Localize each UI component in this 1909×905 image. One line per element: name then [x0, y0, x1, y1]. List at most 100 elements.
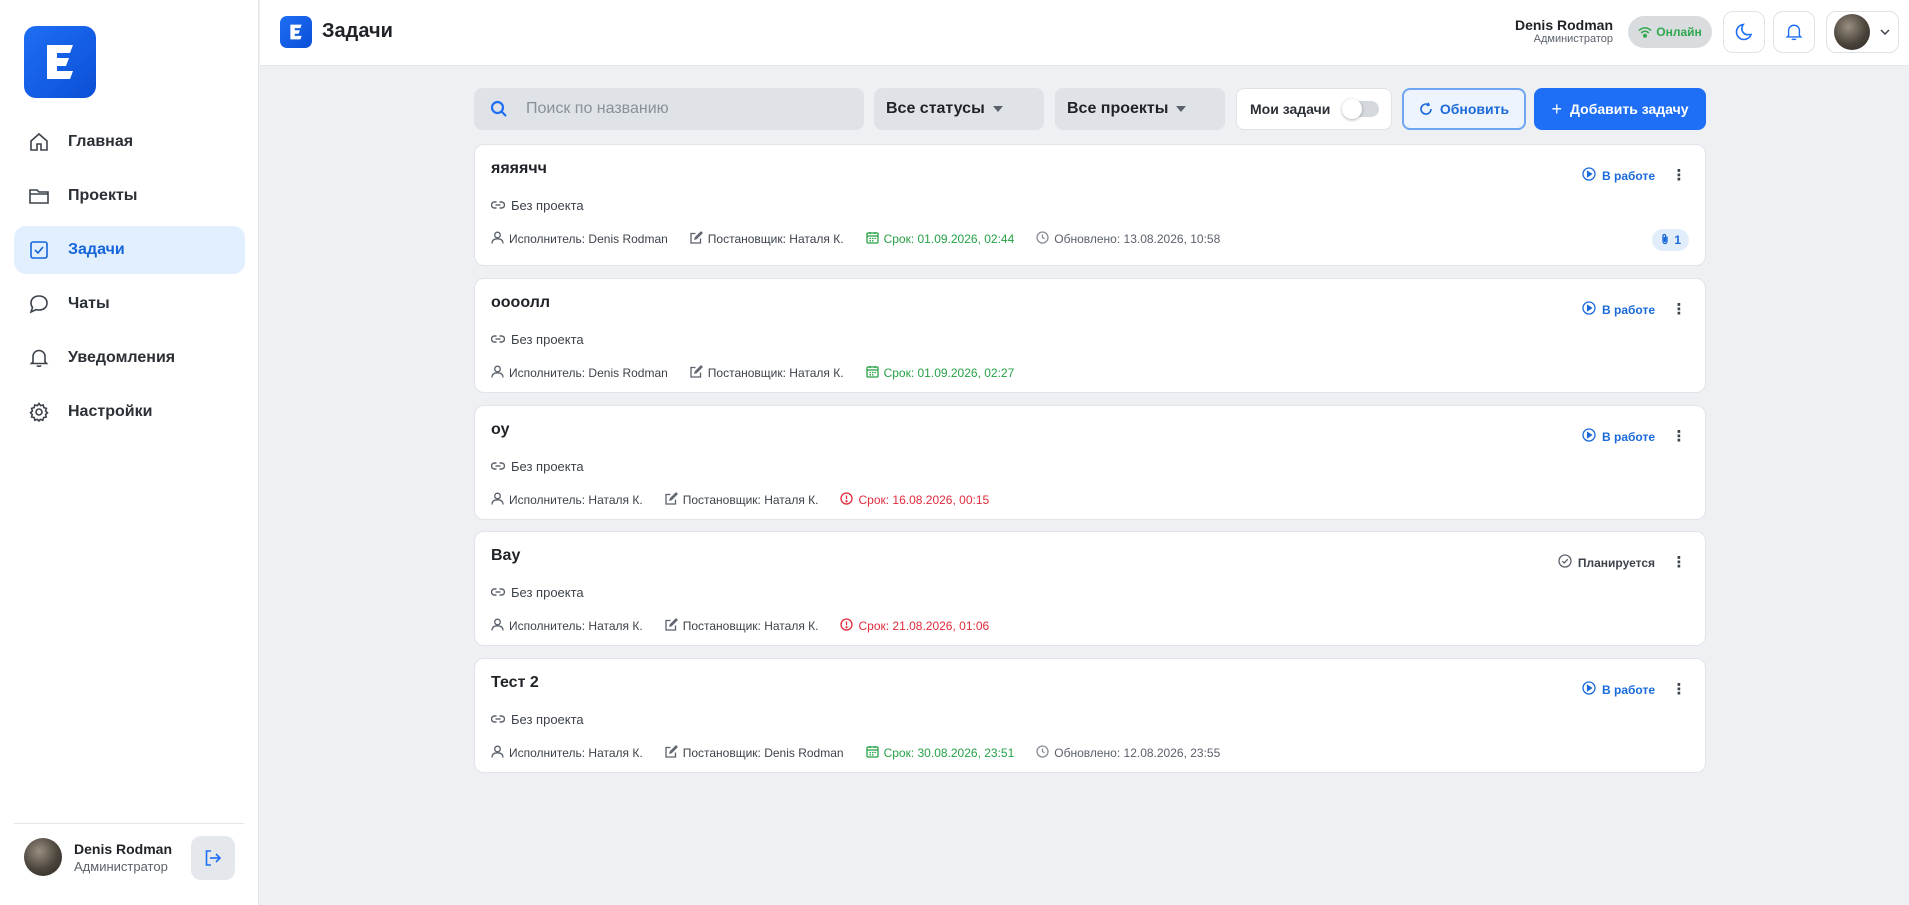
home-icon [28, 131, 50, 153]
task-project: Без проекта [490, 459, 584, 474]
add-task-label: Добавить задачу [1570, 101, 1689, 117]
sidebar-item-label: Главная [68, 133, 134, 150]
task-card[interactable]: оу В работе ⋮ Без проекта Исполнитель: Натал… [474, 405, 1706, 520]
online-status-badge: Онлайн [1628, 16, 1712, 48]
task-status[interactable]: В работе ⋮ [1582, 167, 1687, 184]
task-card[interactable]: яяяячч В работе ⋮ Без проекта Исполнитель: D… [474, 144, 1706, 266]
calendar-icon [865, 745, 884, 761]
task-status[interactable]: В работе ⋮ [1582, 301, 1687, 318]
task-card[interactable]: ооoолл В работе ⋮ Без проекта Исполнитель: D… [474, 278, 1706, 393]
task-assigner-label: Постановщик: Наталя К. [682, 619, 819, 633]
more-vertical-icon[interactable]: ⋮ [1671, 429, 1687, 444]
task-executor: Исполнитель: Denis Rodman [491, 231, 668, 247]
refresh-button[interactable]: Обновить [1402, 88, 1526, 130]
task-project-label: Без проекта [511, 198, 584, 213]
task-deadline-label: Срок: 21.08.2026, 01:06 [858, 619, 990, 633]
edit-icon [665, 618, 683, 634]
project-filter-select[interactable]: Все проекты [1055, 88, 1225, 130]
sidebar-item-projects[interactable]: Проекты [14, 172, 245, 220]
search-icon [490, 100, 507, 117]
edit-icon [665, 492, 683, 508]
task-assigner-label: Постановщик: Наталя К. [682, 493, 819, 507]
refresh-icon [1420, 102, 1432, 115]
user-icon [491, 618, 509, 634]
page-title: Задачи [322, 20, 393, 42]
attachments-badge[interactable]: 1 [1652, 229, 1689, 251]
play-circle-icon [1582, 681, 1602, 698]
user-icon [491, 492, 509, 508]
user-icon [491, 231, 509, 247]
task-updated-label: Обновлено: 12.08.2026, 23:55 [1054, 746, 1221, 760]
attachments-count: 1 [1674, 233, 1681, 247]
avatar[interactable] [24, 838, 62, 876]
logout-icon [205, 850, 222, 866]
user-role: Администратор [1533, 33, 1613, 45]
more-vertical-icon[interactable]: ⋮ [1671, 682, 1687, 697]
task-executor-label: Исполнитель: Denis Rodman [509, 366, 668, 380]
avatar [1834, 14, 1870, 50]
theme-toggle-button[interactable] [1723, 11, 1765, 53]
notifications-button[interactable] [1773, 11, 1815, 53]
add-task-button[interactable]: + Добавить задачу [1534, 88, 1706, 130]
status-filter-value: Все статусы [886, 100, 985, 117]
search-field[interactable] [474, 88, 864, 130]
task-card[interactable]: Вау Планируется ⋮ Без проекта Исполнитель: Н… [474, 531, 1706, 646]
task-status[interactable]: В работе ⋮ [1582, 681, 1687, 698]
task-project: Без проекта [490, 712, 584, 727]
sidebar-item-label: Настройки [68, 403, 153, 420]
profile-menu-button[interactable] [1826, 11, 1899, 53]
my-tasks-toggle[interactable] [1342, 99, 1379, 119]
user-icon [491, 745, 509, 761]
link-icon [490, 198, 511, 213]
sidebar-item-notifications[interactable]: Уведомления [14, 334, 245, 382]
search-input[interactable] [526, 100, 846, 118]
task-card[interactable]: Тест 2 В работе ⋮ Без проекта Исполнитель: Н… [474, 658, 1706, 773]
task-updated: Обновлено: 12.08.2026, 23:55 [1036, 745, 1220, 761]
task-assigner-label: Постановщик: Наталя К. [707, 232, 844, 246]
sidebar-item-chats[interactable]: Чаты [14, 280, 245, 328]
moon-icon [1735, 23, 1753, 41]
task-title[interactable]: оу [491, 421, 509, 439]
task-project-label: Без проекта [511, 459, 584, 474]
check-circle-icon [1558, 554, 1578, 571]
task-status-label: В работе [1602, 302, 1655, 317]
task-title[interactable]: ооoолл [491, 294, 550, 312]
task-meta: Исполнитель: Наталя К. Постановщик: Denis… [491, 745, 1242, 761]
task-deadline-label: Срок: 16.08.2026, 00:15 [858, 493, 990, 507]
more-vertical-icon[interactable]: ⋮ [1671, 555, 1687, 570]
sidebar-item-tasks[interactable]: Задачи [14, 226, 245, 274]
sidebar-item-home[interactable]: Главная [14, 118, 245, 166]
edit-icon [690, 365, 708, 381]
task-status[interactable]: Планируется ⋮ [1558, 554, 1687, 571]
more-vertical-icon[interactable]: ⋮ [1671, 168, 1687, 183]
paperclip-icon [1660, 233, 1674, 248]
task-title[interactable]: яяяячч [491, 160, 547, 178]
header-logo [280, 16, 312, 48]
app-logo[interactable] [24, 26, 96, 98]
wifi-icon [1638, 27, 1652, 38]
task-updated-label: Обновлено: 13.08.2026, 10:58 [1054, 232, 1221, 246]
online-label: Онлайн [1656, 25, 1702, 39]
task-assigner: Постановщик: Наталя К. [690, 365, 844, 381]
task-assigner-label: Постановщик: Наталя К. [707, 366, 844, 380]
sidebar-divider [14, 823, 244, 824]
play-circle-icon [1582, 167, 1602, 184]
task-meta: Исполнитель: Наталя К. Постановщик: Натал… [491, 618, 1011, 634]
logout-button[interactable] [191, 836, 235, 880]
more-vertical-icon[interactable]: ⋮ [1671, 302, 1687, 317]
sidebar-item-settings[interactable]: Настройки [14, 388, 245, 436]
plus-icon: + [1551, 98, 1562, 119]
task-title[interactable]: Тест 2 [491, 674, 539, 692]
task-executor-label: Исполнитель: Наталя К. [509, 493, 643, 507]
task-project-label: Без проекта [511, 585, 584, 600]
caret-down-icon [992, 106, 1003, 112]
link-icon [490, 332, 511, 347]
task-assigner: Постановщик: Наталя К. [665, 492, 819, 508]
task-status[interactable]: В работе ⋮ [1582, 428, 1687, 445]
status-filter-select[interactable]: Все статусы [874, 88, 1044, 130]
link-icon [490, 585, 511, 600]
task-title[interactable]: Вау [491, 547, 520, 565]
clock-icon [1036, 231, 1054, 247]
sidebar-user: Denis Rodman Администратор [24, 838, 172, 876]
my-tasks-filter: Мои задачи [1236, 88, 1392, 130]
